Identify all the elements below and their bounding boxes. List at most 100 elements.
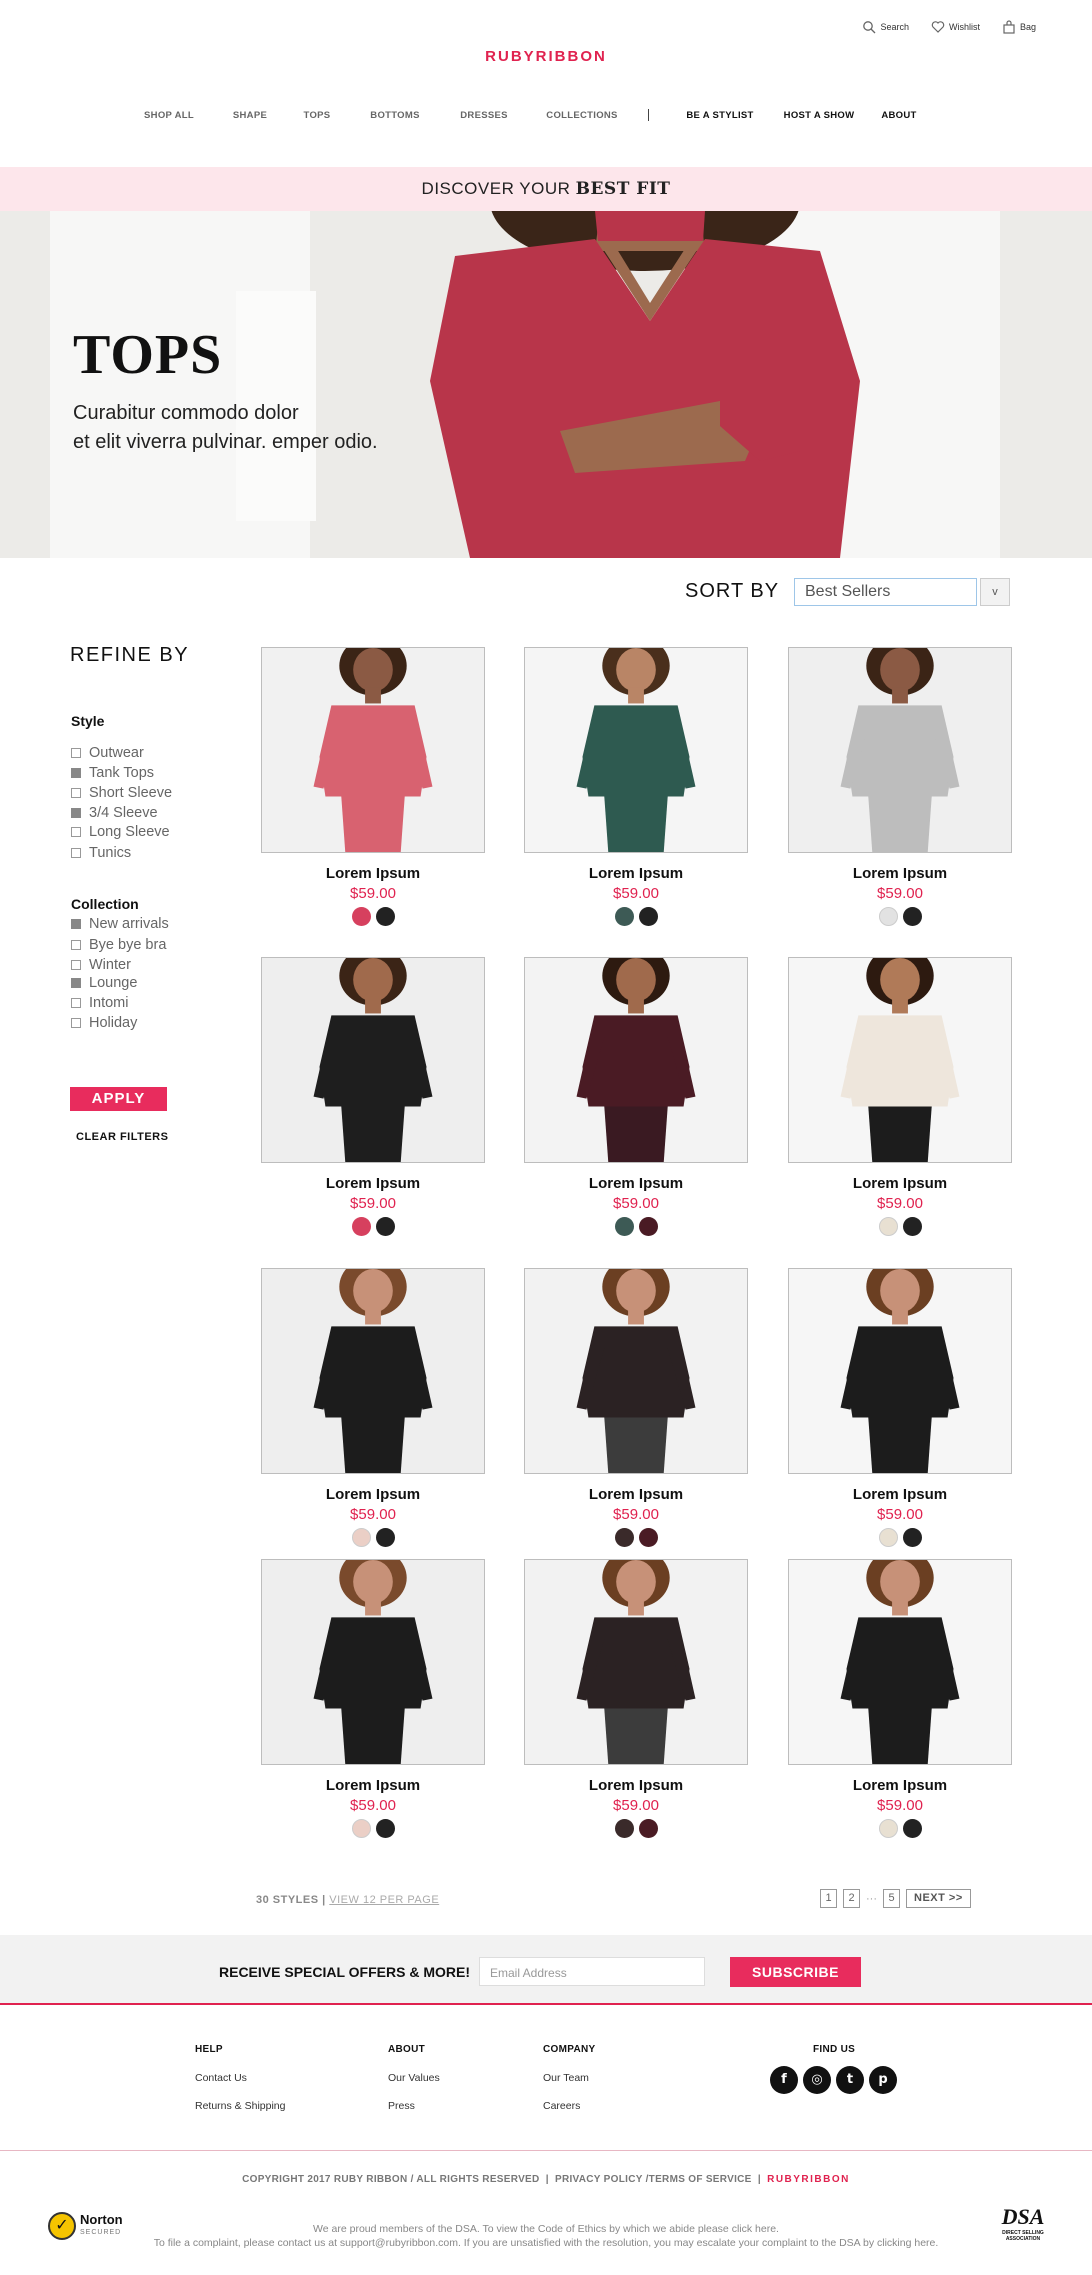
color-swatch[interactable] bbox=[375, 1528, 395, 1547]
color-swatch[interactable] bbox=[902, 1217, 922, 1236]
color-swatch[interactable] bbox=[351, 1528, 371, 1547]
facebook-icon[interactable]: f bbox=[770, 2066, 798, 2094]
product-image[interactable] bbox=[524, 957, 748, 1163]
bag-link[interactable]: Bag bbox=[1002, 20, 1036, 34]
color-swatch[interactable] bbox=[638, 1528, 658, 1547]
product-name[interactable]: Lorem Ipsum bbox=[788, 1777, 1012, 1794]
product-image[interactable] bbox=[261, 1268, 485, 1474]
page-5-button[interactable]: 5 bbox=[883, 1889, 900, 1908]
filter-option[interactable]: Intomi bbox=[71, 995, 129, 1011]
product-image[interactable] bbox=[788, 647, 1012, 853]
color-swatch[interactable] bbox=[614, 1819, 634, 1838]
color-swatch[interactable] bbox=[375, 907, 395, 926]
product-card[interactable]: Lorem Ipsum $59.00 bbox=[788, 1559, 1012, 1838]
brand-logo[interactable]: RUBYRIBBON bbox=[0, 48, 1092, 65]
dsa-logo[interactable]: DSA DIRECT SELLING ASSOCIATION bbox=[993, 2204, 1053, 2242]
filter-option[interactable]: Holiday bbox=[71, 1015, 137, 1031]
product-card[interactable]: Lorem Ipsum $59.00 bbox=[261, 647, 485, 926]
color-swatch[interactable] bbox=[902, 1528, 922, 1547]
product-card[interactable]: Lorem Ipsum $59.00 bbox=[524, 647, 748, 926]
product-name[interactable]: Lorem Ipsum bbox=[261, 1777, 485, 1794]
product-card[interactable]: Lorem Ipsum $59.00 bbox=[261, 957, 485, 1236]
color-swatch[interactable] bbox=[878, 907, 898, 926]
dsa-statement-line-2[interactable]: To file a complaint, please contact us a… bbox=[0, 2236, 1092, 2250]
product-name[interactable]: Lorem Ipsum bbox=[788, 1486, 1012, 1503]
product-name[interactable]: Lorem Ipsum bbox=[524, 865, 748, 882]
color-swatch[interactable] bbox=[878, 1528, 898, 1547]
nav-be-a-stylist[interactable]: BE A STYLIST bbox=[686, 110, 753, 121]
filter-option[interactable]: 3/4 Sleeve bbox=[71, 805, 158, 821]
privacy-policy-link[interactable]: PRIVACY POLICY /TERMS OF SERVICE bbox=[555, 2174, 752, 2185]
nav-shape[interactable]: SHAPE bbox=[233, 110, 267, 121]
product-card[interactable]: Lorem Ipsum $59.00 bbox=[524, 1268, 748, 1547]
product-name[interactable]: Lorem Ipsum bbox=[261, 1486, 485, 1503]
product-image[interactable] bbox=[788, 1268, 1012, 1474]
color-swatch[interactable] bbox=[351, 1217, 371, 1236]
color-swatch[interactable] bbox=[351, 1819, 371, 1838]
footer-brand-logo[interactable]: RUBYRIBBON bbox=[767, 2174, 850, 2185]
filter-option[interactable]: Long Sleeve bbox=[71, 824, 170, 840]
product-name[interactable]: Lorem Ipsum bbox=[261, 1175, 485, 1192]
color-swatch[interactable] bbox=[614, 907, 634, 926]
filter-checkbox[interactable] bbox=[71, 960, 81, 970]
color-swatch[interactable] bbox=[902, 1819, 922, 1838]
dsa-statement-line-1[interactable]: We are proud members of the DSA. To view… bbox=[0, 2222, 1092, 2236]
filter-checkbox[interactable] bbox=[71, 768, 81, 778]
product-image[interactable] bbox=[261, 1559, 485, 1765]
product-image[interactable] bbox=[524, 647, 748, 853]
filter-checkbox[interactable] bbox=[71, 1018, 81, 1028]
filter-checkbox[interactable] bbox=[71, 808, 81, 818]
filter-checkbox[interactable] bbox=[71, 827, 81, 837]
color-swatch[interactable] bbox=[638, 1819, 658, 1838]
nav-collections[interactable]: COLLECTIONS bbox=[546, 110, 617, 121]
nav-host-a-show[interactable]: HOST A SHOW bbox=[784, 110, 855, 121]
product-card[interactable]: Lorem Ipsum $59.00 bbox=[524, 957, 748, 1236]
nav-shop-all[interactable]: SHOP ALL bbox=[144, 110, 194, 121]
twitter-icon[interactable]: t bbox=[836, 2066, 864, 2094]
filter-option[interactable]: Winter bbox=[71, 957, 131, 973]
product-name[interactable]: Lorem Ipsum bbox=[524, 1777, 748, 1794]
filter-option[interactable]: New arrivals bbox=[71, 916, 169, 932]
clear-filters-link[interactable]: CLEAR FILTERS bbox=[76, 1131, 168, 1143]
nav-tops[interactable]: TOPS bbox=[304, 110, 331, 121]
pinterest-icon[interactable]: p bbox=[869, 2066, 897, 2094]
product-card[interactable]: Lorem Ipsum $59.00 bbox=[788, 647, 1012, 926]
product-image[interactable] bbox=[261, 647, 485, 853]
footer-link-careers[interactable]: Careers bbox=[543, 2100, 580, 2112]
page-1-button[interactable]: 1 bbox=[820, 1889, 837, 1908]
product-image[interactable] bbox=[261, 957, 485, 1163]
filter-option[interactable]: Lounge bbox=[71, 975, 137, 991]
filter-checkbox[interactable] bbox=[71, 919, 81, 929]
color-swatch[interactable] bbox=[614, 1217, 634, 1236]
footer-link-contact-us[interactable]: Contact Us bbox=[195, 2072, 247, 2084]
product-card[interactable]: Lorem Ipsum $59.00 bbox=[261, 1559, 485, 1838]
view-per-page-link[interactable]: VIEW 12 PER PAGE bbox=[329, 1894, 439, 1906]
product-image[interactable] bbox=[788, 1559, 1012, 1765]
product-card[interactable]: Lorem Ipsum $59.00 bbox=[524, 1559, 748, 1838]
filter-checkbox[interactable] bbox=[71, 978, 81, 988]
footer-link-our-team[interactable]: Our Team bbox=[543, 2072, 589, 2084]
product-card[interactable]: Lorem Ipsum $59.00 bbox=[261, 1268, 485, 1547]
footer-link-returns-shipping[interactable]: Returns & Shipping bbox=[195, 2100, 285, 2112]
footer-link-our-values[interactable]: Our Values bbox=[388, 2072, 440, 2084]
product-name[interactable]: Lorem Ipsum bbox=[524, 1486, 748, 1503]
sort-select[interactable]: Best Sellers bbox=[794, 578, 977, 606]
filter-checkbox[interactable] bbox=[71, 848, 81, 858]
product-name[interactable]: Lorem Ipsum bbox=[788, 1175, 1012, 1192]
color-swatch[interactable] bbox=[614, 1528, 634, 1547]
wishlist-link[interactable]: Wishlist bbox=[931, 20, 980, 34]
page-2-button[interactable]: 2 bbox=[843, 1889, 860, 1908]
nav-bottoms[interactable]: BOTTOMS bbox=[370, 110, 419, 121]
filter-option[interactable]: Tunics bbox=[71, 845, 131, 861]
nav-about[interactable]: ABOUT bbox=[881, 110, 916, 121]
filter-option[interactable]: Bye bye bra bbox=[71, 937, 166, 953]
color-swatch[interactable] bbox=[878, 1819, 898, 1838]
color-swatch[interactable] bbox=[351, 907, 371, 926]
product-image[interactable] bbox=[524, 1559, 748, 1765]
filter-checkbox[interactable] bbox=[71, 998, 81, 1008]
color-swatch[interactable] bbox=[375, 1819, 395, 1838]
product-name[interactable]: Lorem Ipsum bbox=[524, 1175, 748, 1192]
nav-dresses[interactable]: DRESSES bbox=[460, 110, 508, 121]
color-swatch[interactable] bbox=[878, 1217, 898, 1236]
filter-option[interactable]: Outwear bbox=[71, 745, 144, 761]
